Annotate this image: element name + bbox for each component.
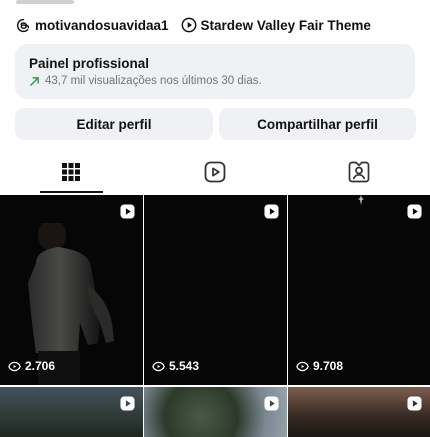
- music-play-icon[interactable]: [181, 17, 197, 33]
- post-thumbnail-1[interactable]: 2.706: [0, 195, 143, 385]
- professional-dashboard-stats: 43,7 mil visualizações nos últimos 30 di…: [29, 75, 401, 87]
- view-count: 2.706: [8, 359, 55, 373]
- grid-icon: [62, 163, 80, 181]
- tab-reels[interactable]: [184, 152, 246, 192]
- play-count-icon: [296, 361, 309, 371]
- views-summary-text: 43,7 mil visualizações nos últimos 30 di…: [45, 75, 262, 87]
- posts-grid: 2.706 5.543 9.708: [0, 195, 430, 437]
- view-count: 9.708: [296, 359, 343, 373]
- reels-icon: [204, 161, 226, 183]
- reel-indicator-icon: [264, 396, 279, 411]
- sparkle-decoration: [358, 195, 364, 205]
- music-track-link[interactable]: Stardew Valley Fair Theme: [201, 18, 371, 33]
- share-profile-button[interactable]: Compartilhar perfil: [219, 108, 416, 140]
- post-thumbnail-2[interactable]: 5.543: [144, 195, 287, 385]
- trend-up-arrow-icon: [30, 76, 39, 86]
- tab-grid[interactable]: [40, 152, 102, 192]
- reel-indicator-icon: [407, 396, 422, 411]
- reel-indicator-icon: [407, 204, 422, 219]
- reel-indicator-icon: [120, 204, 135, 219]
- tab-tagged[interactable]: [328, 152, 390, 192]
- view-count-value: 9.708: [313, 359, 344, 373]
- view-count-value: 5.543: [169, 359, 200, 373]
- threads-handle-link[interactable]: motivandosuavidaa1: [35, 18, 169, 33]
- profile-content-tabs: [0, 152, 430, 194]
- play-count-icon: [152, 361, 165, 371]
- post-thumbnail-3[interactable]: 9.708: [288, 195, 430, 385]
- active-tab-indicator: [40, 191, 103, 193]
- truncated-bio-text: [16, 0, 76, 5]
- professional-dashboard-title: Painel profissional: [29, 56, 150, 71]
- profile-links-row: motivandosuavidaa1 Stardew Valley Fair T…: [16, 15, 420, 35]
- tagged-person-icon: [348, 161, 370, 183]
- edit-profile-button[interactable]: Editar perfil: [15, 108, 213, 140]
- reel-indicator-icon: [264, 204, 279, 219]
- reel-indicator-icon: [120, 396, 135, 411]
- play-count-icon: [8, 361, 21, 371]
- threads-icon: [16, 18, 30, 32]
- view-count: 5.543: [152, 359, 199, 373]
- view-count-value: 2.706: [25, 359, 56, 373]
- professional-dashboard-panel[interactable]: Painel profissional 43,7 mil visualizaçõ…: [15, 44, 415, 99]
